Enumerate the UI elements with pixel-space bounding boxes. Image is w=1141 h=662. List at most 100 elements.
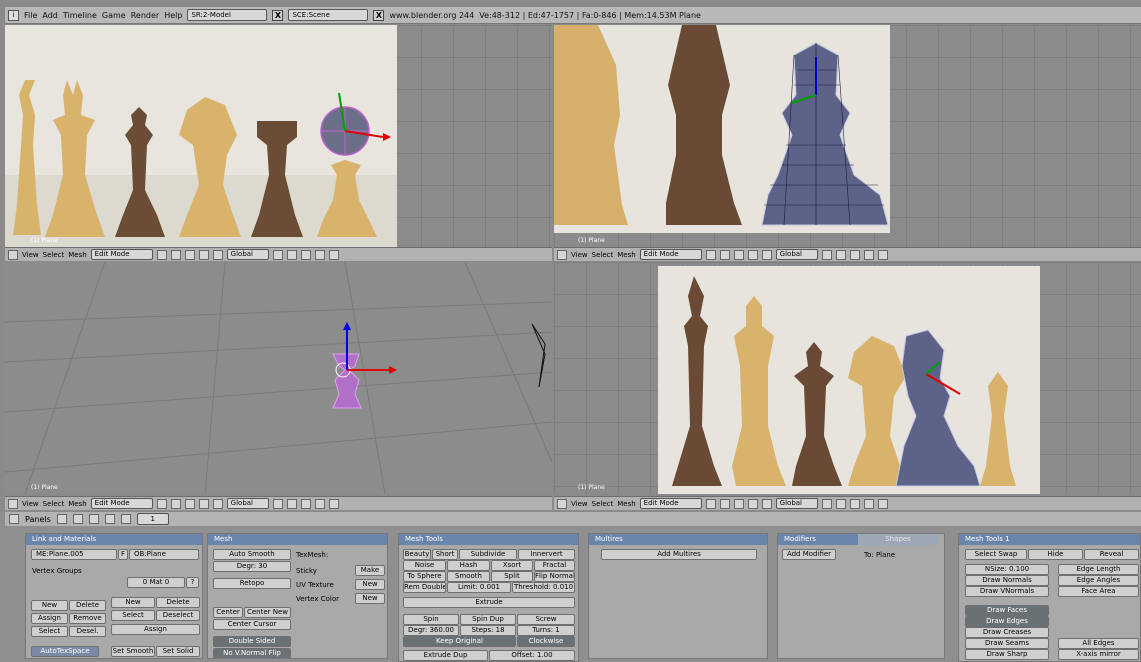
split-button[interactable]: Split [491, 571, 533, 582]
orientation-selector[interactable]: Global [226, 249, 269, 260]
edge-select-icon[interactable] [849, 498, 860, 509]
limit-field[interactable]: Limit: 0.001 [447, 582, 511, 593]
fractal-button[interactable]: Fractal [534, 560, 575, 571]
face-area-toggle[interactable]: Face Area [1058, 586, 1139, 597]
layer-icon[interactable] [821, 498, 832, 509]
menu-select[interactable]: Select [592, 251, 614, 259]
editing-icon[interactable] [104, 514, 115, 524]
center-cursor-button[interactable]: Center Cursor [213, 619, 291, 630]
orientation-selector[interactable]: Global [226, 498, 269, 509]
degr-field[interactable]: Degr: 360.00 [403, 625, 459, 636]
set-smooth-button[interactable]: Set Smooth [111, 646, 155, 657]
menu-mesh[interactable]: Mesh [68, 500, 86, 508]
scene-close-button[interactable]: X [373, 9, 385, 21]
menu-view[interactable]: View [571, 500, 588, 508]
beauty-toggle[interactable]: Beauty [403, 549, 431, 560]
vgroup-select-button[interactable]: Select [31, 626, 68, 637]
vertex-color-new-button[interactable]: New [355, 593, 385, 604]
menu-add[interactable]: Add [42, 11, 58, 20]
panels-label[interactable]: Panels [25, 515, 51, 524]
frame-field[interactable]: 1 [136, 513, 169, 525]
material-index-field[interactable]: 0 Mat 0 [127, 577, 185, 588]
noise-button[interactable]: Noise [403, 560, 446, 571]
draw-normals-toggle[interactable]: Draw Normals [965, 575, 1049, 586]
vertex-select-icon[interactable] [835, 249, 846, 260]
layer-icon[interactable] [272, 498, 283, 509]
logic-icon[interactable] [56, 514, 67, 524]
orientation-selector[interactable]: Global [775, 498, 818, 509]
render-icon[interactable] [328, 249, 339, 260]
x-axis-mirror-toggle[interactable]: X-axis mirror [1058, 649, 1139, 660]
auto-smooth-button[interactable]: Auto Smooth [213, 549, 291, 560]
menu-mesh[interactable]: Mesh [617, 251, 635, 259]
draw-faces-toggle[interactable]: Draw Faces [965, 605, 1049, 616]
menu-mesh[interactable]: Mesh [617, 500, 635, 508]
material-select-button[interactable]: Select [111, 610, 155, 621]
hide-button[interactable]: Hide [1028, 549, 1083, 560]
rotate-icon[interactable] [747, 249, 758, 260]
spin-dup-button[interactable]: Spin Dup [460, 614, 516, 625]
draw-type-icon[interactable] [156, 498, 167, 509]
draw-sharp-toggle[interactable]: Draw Sharp [965, 649, 1049, 660]
nsize-field[interactable]: NSize: 0.100 [965, 564, 1049, 575]
manipulator-icon[interactable] [733, 498, 744, 509]
view-menu-icon[interactable] [8, 249, 18, 260]
website-link[interactable]: www.blender.org 244 [389, 11, 474, 20]
menu-select[interactable]: Select [592, 500, 614, 508]
menu-select[interactable]: Select [43, 500, 65, 508]
subdivide-button[interactable]: Subdivide [459, 549, 517, 560]
set-solid-button[interactable]: Set Solid [156, 646, 200, 657]
menu-view[interactable]: View [22, 500, 39, 508]
vgroup-remove-button[interactable]: Remove [69, 613, 106, 624]
pivot-icon[interactable] [170, 249, 181, 260]
material-assign-button[interactable]: Assign [111, 624, 200, 635]
select-swap-button[interactable]: Select Swap [965, 549, 1027, 560]
mode-selector[interactable]: Edit Mode [639, 249, 702, 260]
threshold-field[interactable]: Threshold: 0.010 [512, 582, 575, 593]
edge-angles-toggle[interactable]: Edge Angles [1058, 575, 1139, 586]
innervert-button[interactable]: Innervert [518, 549, 575, 560]
pivot-icon[interactable] [719, 498, 730, 509]
center-button[interactable]: Center [213, 607, 243, 618]
draw-vnormals-toggle[interactable]: Draw VNormals [965, 586, 1049, 597]
vgroup-delete-button[interactable]: Delete [69, 600, 106, 611]
menu-view[interactable]: View [571, 251, 588, 259]
vertex-select-icon[interactable] [286, 249, 297, 260]
material-delete-button[interactable]: Delete [156, 597, 200, 608]
draw-edges-toggle[interactable]: Draw Edges [965, 616, 1049, 627]
xsort-button[interactable]: Xsort [491, 560, 533, 571]
pivot-icon[interactable] [719, 249, 730, 260]
menu-file[interactable]: File [24, 11, 37, 20]
vgroup-deselect-button[interactable]: Desel. [69, 626, 106, 637]
no-vnormal-flip-toggle[interactable]: No V.Normal Flip [213, 648, 291, 658]
tab-shapes[interactable]: Shapes [858, 534, 938, 545]
offset-field[interactable]: Offset: 1.00 [489, 650, 575, 661]
menu-mesh[interactable]: Mesh [68, 251, 86, 259]
smooth-button[interactable]: Smooth [447, 571, 490, 582]
menu-select[interactable]: Select [43, 251, 65, 259]
turns-field[interactable]: Turns: 1 [517, 625, 575, 636]
steps-field[interactable]: Steps: 18 [460, 625, 516, 636]
layer-icon[interactable] [821, 249, 832, 260]
screen-selector[interactable]: SR:2-Model [187, 9, 268, 21]
menu-timeline[interactable]: Timeline [63, 11, 97, 20]
fake-user-button[interactable]: F [118, 549, 128, 560]
window-type-icon[interactable]: i [8, 9, 19, 21]
viewport-top-left[interactable]: (1) Plane [5, 25, 552, 247]
reveal-button[interactable]: Reveal [1084, 549, 1139, 560]
spin-button[interactable]: Spin [403, 614, 459, 625]
rotate-icon[interactable] [747, 498, 758, 509]
all-edges-toggle[interactable]: All Edges [1058, 638, 1139, 649]
hash-button[interactable]: Hash [447, 560, 490, 571]
scale-icon[interactable] [212, 249, 223, 260]
manipulator-icon[interactable] [184, 249, 195, 260]
material-new-button[interactable]: New [111, 597, 155, 608]
face-select-icon[interactable] [314, 498, 325, 509]
mesh-name-field[interactable]: ME:Plane.005 [31, 549, 117, 560]
clockwise-toggle[interactable]: Clockwise [517, 636, 575, 647]
manipulator-icon[interactable] [184, 498, 195, 509]
draw-creases-toggle[interactable]: Draw Creases [965, 627, 1049, 638]
menu-view[interactable]: View [22, 251, 39, 259]
vgroup-new-button[interactable]: New [31, 600, 68, 611]
scene-icon[interactable] [120, 514, 131, 524]
